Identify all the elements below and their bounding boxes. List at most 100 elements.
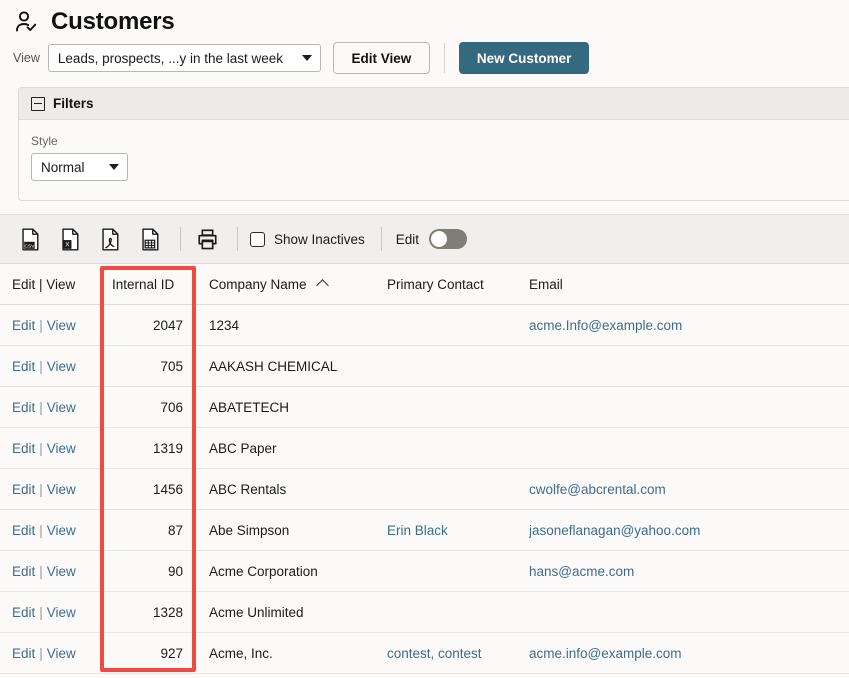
- cell-primary-contact[interactable]: contest, contest: [387, 646, 529, 661]
- edit-link[interactable]: Edit: [12, 482, 35, 497]
- cell-internal-id: 705: [160, 358, 183, 374]
- edit-link[interactable]: Edit: [12, 359, 35, 374]
- row-actions: Edit | View: [0, 441, 100, 456]
- filters-panel: Filters Style Normal: [18, 87, 849, 201]
- table-row[interactable]: Edit | View 927 Acme, Inc. contest, contest ac…: [0, 633, 849, 674]
- edit-link[interactable]: Edit: [12, 523, 35, 538]
- cell-company-name: ABC Paper: [209, 440, 277, 456]
- chevron-up-icon: [315, 279, 329, 292]
- action-separator: |: [39, 399, 43, 415]
- cell-company-name: ABATETECH: [209, 399, 290, 415]
- svg-text:CSV: CSV: [24, 243, 35, 249]
- view-link[interactable]: View: [47, 318, 76, 333]
- style-select[interactable]: Normal: [31, 153, 128, 181]
- cell-email[interactable]: acme.info@example.com: [529, 646, 849, 661]
- column-header-actions[interactable]: Edit | View: [0, 277, 100, 292]
- cell-email[interactable]: cwolfe@abcrental.com: [529, 482, 849, 497]
- column-header-internal-id-label: Internal ID: [112, 276, 175, 292]
- cell-company-name: Acme Unlimited: [209, 604, 304, 620]
- cell-internal-id: 87: [167, 522, 183, 538]
- row-actions: Edit | View: [0, 564, 100, 579]
- export-excel-icon[interactable]: X: [56, 225, 84, 253]
- view-link[interactable]: View: [47, 482, 76, 497]
- view-link[interactable]: View: [47, 564, 76, 579]
- title-row: Customers: [0, 0, 849, 38]
- toggle-knob: [431, 231, 448, 247]
- table-row[interactable]: Edit | View 706 ABATETECH: [0, 387, 849, 428]
- export-pdf-icon[interactable]: [96, 225, 124, 253]
- cell-internal-id: 2047: [152, 317, 183, 333]
- checkbox-box-icon: [250, 231, 265, 247]
- minus-box-icon[interactable]: [31, 96, 45, 111]
- show-inactives-checkbox[interactable]: Show Inactives: [250, 231, 365, 247]
- cell-email[interactable]: acme.Info@example.com: [529, 318, 849, 333]
- chevron-down-icon: [109, 164, 119, 170]
- view-link[interactable]: View: [47, 523, 76, 538]
- view-link[interactable]: View: [47, 441, 76, 456]
- cell-company-name: AAKASH CHEMICAL: [209, 358, 338, 374]
- table-row[interactable]: Edit | View 90 Acme Corporation hans@acme.com: [0, 551, 849, 592]
- edit-link[interactable]: Edit: [12, 441, 35, 456]
- view-select[interactable]: Leads, prospects, ...y in the last week: [47, 44, 321, 72]
- column-header-primary-contact[interactable]: Primary Contact: [387, 277, 529, 292]
- cell-primary-contact[interactable]: Erin Black: [387, 523, 529, 538]
- view-link[interactable]: View: [47, 359, 76, 374]
- export-csv-icon[interactable]: CSV: [16, 225, 44, 253]
- cell-company-name: Acme, Inc.: [209, 645, 273, 661]
- table-row[interactable]: Edit | View 87 Abe Simpson Erin Black jasonefl…: [0, 510, 849, 551]
- edit-link[interactable]: Edit: [12, 646, 35, 661]
- cell-company-name: Abe Simpson: [209, 522, 290, 538]
- grid-toolbar: CSV X Show Inactives Edit: [0, 214, 849, 264]
- cell-email[interactable]: hans@acme.com: [529, 564, 849, 579]
- table-row[interactable]: Edit | View 705 AAKASH CHEMICAL: [0, 346, 849, 387]
- row-actions: Edit | View: [0, 318, 100, 333]
- view-link[interactable]: View: [47, 646, 76, 661]
- row-actions: Edit | View: [0, 482, 100, 497]
- edit-link[interactable]: Edit: [12, 318, 35, 333]
- toolbar-divider-2: [237, 227, 238, 251]
- edit-link[interactable]: Edit: [12, 400, 35, 415]
- table-row[interactable]: Edit | View 1328 Acme Unlimited: [0, 592, 849, 633]
- action-separator: |: [39, 481, 43, 497]
- table-row[interactable]: Edit | View 2047 1234 acme.Info@example.com: [0, 305, 849, 346]
- edit-link[interactable]: Edit: [12, 605, 35, 620]
- style-field-label: Style: [31, 134, 58, 148]
- new-customer-button[interactable]: New Customer: [458, 42, 590, 74]
- action-separator: |: [39, 563, 43, 579]
- cell-internal-id: 1456: [152, 481, 183, 497]
- print-icon[interactable]: [193, 225, 221, 253]
- cell-company-name: ABC Rentals: [209, 481, 287, 497]
- cell-company-name: 1234: [209, 317, 240, 333]
- column-header-email[interactable]: Email: [529, 277, 849, 292]
- customers-page: Customers View Leads, prospects, ...y in…: [0, 0, 849, 678]
- edit-link[interactable]: Edit: [12, 564, 35, 579]
- filters-header[interactable]: Filters: [19, 88, 849, 120]
- header-divider: [443, 43, 445, 73]
- cell-email[interactable]: jasoneflanagan@yahoo.com: [529, 523, 849, 538]
- column-header-company-name[interactable]: Company Name: [197, 277, 387, 292]
- row-actions: Edit | View: [0, 605, 100, 620]
- table-row[interactable]: Edit | View 1456 ABC Rentals cwolfe@abcrental…: [0, 469, 849, 510]
- view-link[interactable]: View: [47, 605, 76, 620]
- page-header: Customers View Leads, prospects, ...y in…: [0, 0, 849, 86]
- toolbar-divider-1: [180, 227, 181, 251]
- edit-toggle-label: Edit: [395, 231, 420, 247]
- cell-internal-id: 927: [160, 645, 183, 661]
- row-actions: Edit | View: [0, 646, 100, 661]
- export-spreadsheet-icon[interactable]: [136, 225, 164, 253]
- filters-title: Filters: [53, 96, 94, 111]
- table-row[interactable]: Edit | View 1319 ABC Paper: [0, 428, 849, 469]
- filters-body: Style Normal: [19, 120, 849, 181]
- column-header-company-name-label: Company Name: [209, 276, 307, 292]
- view-link[interactable]: View: [47, 400, 76, 415]
- action-separator: |: [39, 440, 43, 456]
- action-separator: |: [39, 317, 43, 333]
- cell-internal-id: 90: [167, 563, 183, 579]
- column-header-internal-id[interactable]: Internal ID: [100, 277, 197, 292]
- show-inactives-label: Show Inactives: [274, 231, 365, 247]
- edit-view-button[interactable]: Edit View: [332, 42, 430, 74]
- table-body: Edit | View 2047 1234 acme.Info@example.com Ed…: [0, 305, 849, 674]
- row-actions: Edit | View: [0, 523, 100, 538]
- edit-mode-toggle[interactable]: [429, 229, 468, 249]
- cell-internal-id: 1328: [152, 604, 183, 620]
